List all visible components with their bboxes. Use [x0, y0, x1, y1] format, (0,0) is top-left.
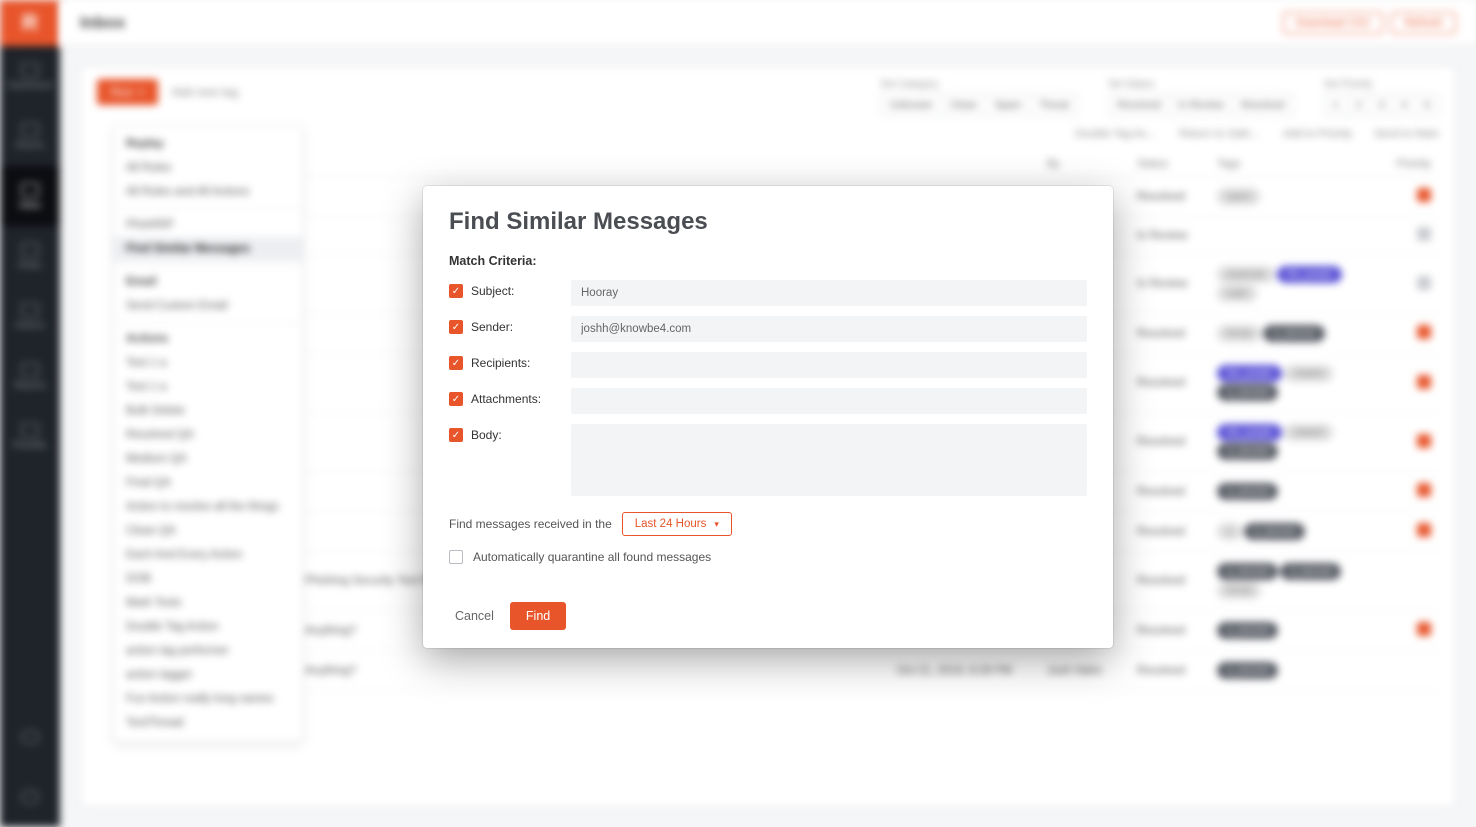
- sender-input[interactable]: [571, 316, 1087, 342]
- recipients-input[interactable]: [571, 352, 1087, 378]
- find-similar-modal: Find Similar Messages Match Criteria: ✓ …: [423, 186, 1113, 648]
- rail-item-actions[interactable]: Actions: [0, 286, 60, 346]
- auto-quarantine-checkbox[interactable]: ✓: [449, 550, 463, 564]
- download-csv-button[interactable]: Download CSV: [1283, 12, 1384, 34]
- rail-settings[interactable]: [0, 707, 60, 767]
- left-nav-rail: R DashboardRoomsInboxRulesActionsReports…: [0, 0, 60, 827]
- refresh-button[interactable]: Refresh: [1391, 12, 1456, 34]
- recipients-checkbox[interactable]: ✓: [449, 356, 463, 370]
- body-checkbox[interactable]: ✓: [449, 428, 463, 442]
- range-prefix: Find messages received in the: [449, 517, 612, 531]
- rail-user[interactable]: [0, 767, 60, 827]
- cancel-button[interactable]: Cancel: [449, 603, 500, 629]
- body-label: Body:: [471, 428, 502, 442]
- modal-overlay: Find Similar Messages Match Criteria: ✓ …: [60, 46, 1476, 827]
- sender-checkbox[interactable]: ✓: [449, 320, 463, 334]
- subject-label: Subject:: [471, 284, 514, 298]
- rail-item-phishml[interactable]: PhishML: [0, 406, 60, 466]
- rail-item-dashboard[interactable]: Dashboard: [0, 46, 60, 106]
- top-bar: Inbox Download CSV Refresh: [60, 0, 1476, 46]
- page-title: Inbox: [80, 13, 125, 33]
- sender-label: Sender:: [471, 320, 513, 334]
- rail-item-rules[interactable]: Rules: [0, 226, 60, 286]
- match-criteria-label: Match Criteria:: [449, 254, 1087, 268]
- chevron-down-icon: ▾: [714, 519, 719, 530]
- app-logo: R: [0, 0, 60, 46]
- attachments-input[interactable]: [571, 388, 1087, 414]
- body-input[interactable]: [571, 424, 1087, 496]
- attachments-label: Attachments:: [471, 392, 541, 406]
- subject-input[interactable]: [571, 280, 1087, 306]
- subject-checkbox[interactable]: ✓: [449, 284, 463, 298]
- rail-item-rooms[interactable]: Rooms: [0, 106, 60, 166]
- modal-title: Find Similar Messages: [449, 208, 1087, 236]
- time-range-select[interactable]: Last 24 Hours ▾: [622, 512, 732, 536]
- rail-item-reports[interactable]: Reports: [0, 346, 60, 406]
- recipients-label: Recipients:: [471, 356, 530, 370]
- find-button[interactable]: Find: [510, 602, 566, 630]
- attachments-checkbox[interactable]: ✓: [449, 392, 463, 406]
- rail-item-inbox[interactable]: Inbox: [0, 166, 60, 226]
- auto-quarantine-label: Automatically quarantine all found messa…: [473, 550, 711, 564]
